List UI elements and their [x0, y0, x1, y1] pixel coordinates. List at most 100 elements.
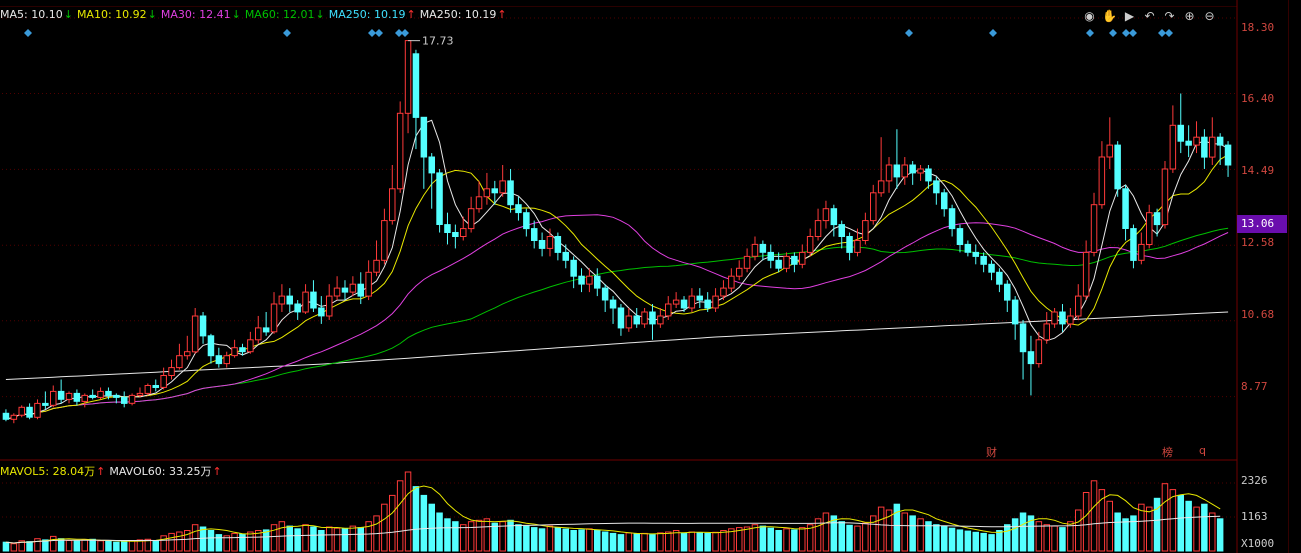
volume-label: 1163 [1241, 510, 1268, 523]
eye-icon[interactable]: ◉ [1081, 8, 1098, 25]
candle [917, 168, 924, 174]
candle [65, 392, 73, 400]
candle [428, 156, 435, 174]
candle [286, 295, 293, 305]
candle [499, 180, 506, 194]
volume-bar [601, 531, 609, 552]
ma-legend-text: MA60: 12.01 [244, 8, 315, 21]
candle [1059, 311, 1066, 325]
candle [964, 243, 972, 253]
candle [176, 355, 183, 369]
event-diamond-icon [1086, 29, 1094, 37]
volume-bar [1043, 524, 1050, 552]
candle [1216, 136, 1224, 146]
volume-bar [696, 532, 703, 552]
candle [144, 385, 152, 394]
candle [1098, 156, 1106, 206]
candle [988, 263, 995, 273]
candle [617, 307, 625, 329]
q-marker[interactable]: q [1199, 444, 1206, 457]
candle [152, 385, 159, 388]
candle [349, 283, 357, 293]
volume-bar [1201, 503, 1208, 552]
zoom-in-icon[interactable]: ⊕ [1181, 8, 1198, 25]
volume-bar [404, 471, 412, 552]
ma-legend-arrow: ↓ [147, 8, 157, 21]
ma30-line [5, 214, 1229, 420]
volume-bar [712, 531, 719, 552]
candle [948, 208, 956, 230]
event-diamond-icon [1122, 29, 1130, 37]
candle [783, 255, 790, 269]
volume-bar [1122, 518, 1129, 552]
candle [799, 251, 806, 265]
candle [625, 315, 633, 329]
candle [452, 232, 459, 237]
ranking-marker[interactable]: 榜 [1162, 444, 1173, 460]
candle [357, 283, 364, 297]
volume-bar [799, 527, 806, 552]
price-label: 8.77 [1241, 380, 1268, 393]
volume-bar [475, 519, 483, 552]
volume-bar [972, 531, 979, 552]
zoom-out-icon[interactable]: ⊖ [1201, 8, 1218, 25]
candle [578, 275, 585, 285]
vol-legend-text: MAVOL5: 28.04万 [0, 465, 96, 478]
volume-bar [1011, 518, 1019, 552]
candle [1224, 144, 1232, 166]
volume-bar [665, 531, 672, 552]
volume-unit: X1000 [1241, 537, 1275, 550]
candle [641, 311, 648, 325]
volume-label: 2326 [1241, 474, 1268, 487]
candle [791, 255, 798, 265]
volume-bar [444, 518, 451, 552]
candle [1169, 124, 1177, 170]
volume-bar [941, 525, 948, 552]
volume-bar [1004, 524, 1011, 552]
volume-bar [877, 506, 885, 552]
candle [1146, 212, 1153, 245]
candle [507, 180, 514, 206]
candle [73, 392, 81, 402]
ma10-line [5, 154, 1229, 420]
candle [247, 339, 254, 353]
side-panel-strip[interactable] [1288, 0, 1301, 553]
candle [128, 394, 136, 404]
candle [215, 355, 223, 365]
candle [941, 192, 948, 210]
volume-bar [1019, 512, 1027, 552]
volume-bar [239, 533, 246, 552]
candle [893, 164, 901, 178]
hand-icon[interactable]: ✋ [1101, 8, 1118, 25]
earnings-marker[interactable]: 财 [986, 444, 997, 460]
ma-legend-arrow: ↓ [63, 8, 73, 21]
candle [854, 240, 861, 253]
candle [806, 236, 814, 253]
volume-bar [105, 540, 112, 552]
candle [1114, 144, 1121, 190]
volume-bar [34, 538, 41, 552]
candle [460, 228, 467, 238]
volume-bar [460, 524, 467, 552]
candle [97, 390, 104, 398]
volume-bar [1082, 492, 1090, 552]
volume-bar [176, 531, 183, 552]
volume-bar [570, 530, 577, 552]
candle [1122, 188, 1129, 230]
candle [925, 168, 932, 182]
ma-legend-text: MA5: 10.10 [0, 8, 63, 21]
ma-legend-item: MA10: 10.92↓ [77, 8, 157, 21]
volume-bar [294, 528, 301, 552]
event-diamond-icon [1109, 29, 1117, 37]
undo-icon[interactable]: ↶ [1141, 8, 1158, 25]
event-diamond-icon [375, 29, 383, 37]
play-icon[interactable]: ▶ [1121, 8, 1138, 25]
price-label: 12.58 [1241, 236, 1275, 249]
redo-icon[interactable]: ↷ [1161, 8, 1178, 25]
ma5-line [5, 119, 1229, 420]
volume-bar [1169, 489, 1177, 552]
vol-legend-arrow: ↑ [96, 465, 106, 478]
candle [318, 307, 325, 317]
candle [302, 291, 309, 313]
volume-bar [988, 534, 995, 552]
